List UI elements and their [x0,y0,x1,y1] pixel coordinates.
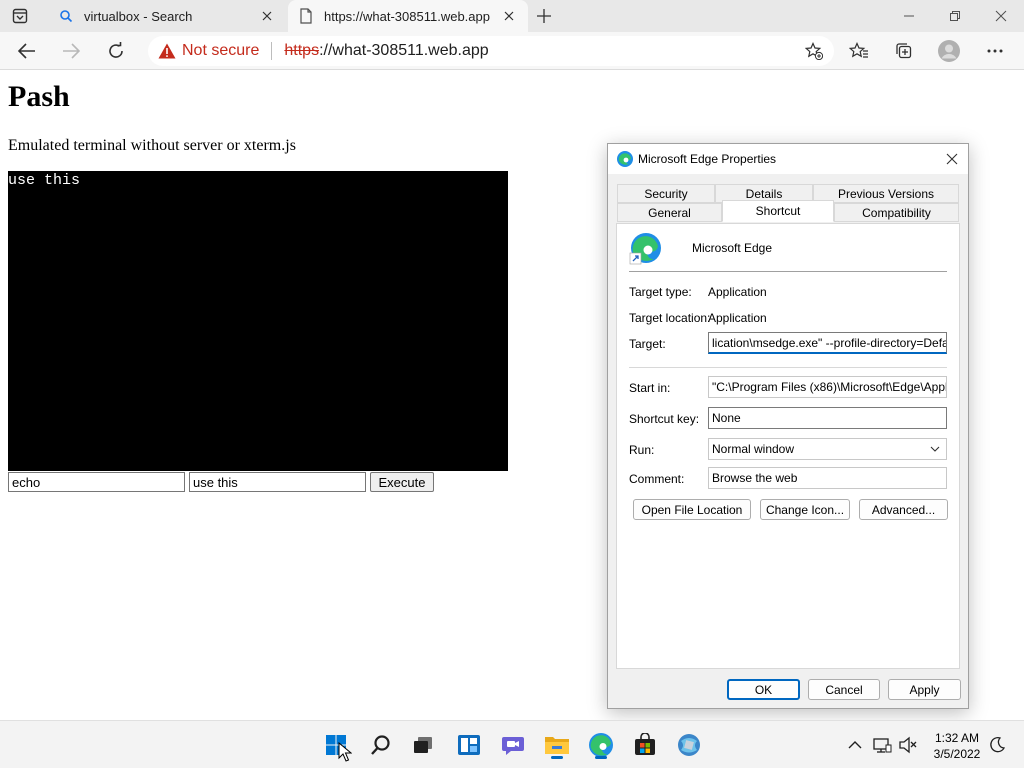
comment-field[interactable]: Browse the web [708,467,947,489]
collections-icon[interactable] [891,38,917,64]
terminal-output: use this [8,171,508,471]
tab-previous-versions[interactable]: Previous Versions [813,184,959,203]
back-icon[interactable] [14,38,40,64]
search-icon[interactable] [365,729,397,761]
comment-label: Comment: [629,472,685,486]
profile-avatar-icon[interactable] [936,38,962,64]
separator [629,271,947,272]
target-field[interactable]: lication\msedge.exe" --profile-directory… [708,332,947,354]
app-name: Microsoft Edge [692,241,773,255]
shortcut-panel: Microsoft Edge Target type: Application … [616,223,960,669]
chat-icon[interactable] [497,729,529,761]
change-icon-button[interactable]: Change Icon... [760,499,850,520]
page-title: Pash [8,80,70,113]
forward-icon[interactable] [58,38,84,64]
tab-virtualbox-search[interactable]: virtualbox - Search [46,0,286,32]
tab-label: virtualbox - Search [84,8,193,24]
execute-button[interactable]: Execute [370,472,434,492]
apply-button[interactable]: Apply [888,679,961,700]
separator [629,367,947,368]
url-text: ://what-308511.web.app [319,42,489,59]
page-description: Emulated terminal without server or xter… [8,137,296,154]
dialog-title: Microsoft Edge Properties [638,152,777,166]
search-icon [58,8,74,24]
start-in-field[interactable]: "C:\Program Files (x86)\Microsoft\Edge\A… [708,376,947,398]
url-scheme: https [284,42,320,59]
widgets-icon[interactable] [453,729,485,761]
warning-icon[interactable] [158,42,176,60]
shortcut-key-label: Shortcut key: [629,412,700,426]
running-indicator [551,756,563,759]
task-view-icon[interactable] [407,729,439,761]
dialog-titlebar[interactable]: Microsoft Edge Properties [608,144,968,174]
tab-general[interactable]: General [617,203,722,222]
tab-actions-icon[interactable] [10,7,30,25]
refresh-icon[interactable] [103,38,129,64]
edge-icon [616,150,634,168]
edge-properties-dialog: Microsoft Edge Properties Security Detai… [607,143,969,709]
running-indicator [595,756,607,759]
advanced-button[interactable]: Advanced... [859,499,948,520]
tab-security[interactable]: Security [617,184,715,203]
mouse-cursor-icon [338,741,353,762]
target-location-label: Target location: [629,311,711,325]
run-label: Run: [629,443,655,457]
clock-time: 1:32 AM [934,731,980,745]
shortcut-key-field[interactable]: None [708,407,947,429]
open-file-location-button[interactable]: Open File Location [633,499,751,520]
favorites-icon[interactable] [846,38,872,64]
target-label: Target: [629,337,666,351]
command-input[interactable] [8,472,185,492]
chevron-down-icon [930,444,940,454]
clock-date: 3/5/2022 [933,747,981,761]
more-options-icon[interactable] [982,38,1008,64]
tab-strip: virtualbox - Search https://what-308511.… [0,0,1024,32]
tab-what-web-app[interactable]: https://what-308511.web.app [288,0,528,32]
close-window-icon[interactable] [978,0,1024,32]
chevron-up-icon[interactable] [845,735,865,755]
add-favorite-icon[interactable] [804,41,824,61]
volume-muted-icon[interactable] [898,735,918,755]
store-icon[interactable] [629,729,661,761]
page-icon [298,8,314,24]
file-explorer-icon[interactable] [541,729,573,761]
run-select[interactable]: Normal window [708,438,947,460]
address-divider [271,42,273,60]
dialog-close-icon[interactable] [942,149,962,169]
system-clock[interactable]: 1:32 AM 3/5/2022 [926,730,988,762]
close-tab-icon[interactable] [498,5,520,27]
network-icon[interactable] [872,735,892,755]
new-tab-icon[interactable] [534,6,554,26]
tab-label: https://what-308511.web.app [324,8,490,24]
taskbar: 1:32 AM 3/5/2022 [0,720,1024,768]
virtualbox-icon[interactable] [673,729,705,761]
navigation-bar: Not secure https ://what-308511.web.app [0,32,1024,70]
focus-assist-moon-icon[interactable] [987,735,1007,755]
tab-compatibility[interactable]: Compatibility [834,203,959,222]
ok-button[interactable]: OK [727,679,800,700]
run-select-value: Normal window [712,442,795,456]
tab-shortcut[interactable]: Shortcut [722,200,834,222]
edge-icon[interactable] [585,729,617,761]
target-type-value: Application [708,285,767,299]
start-in-label: Start in: [629,381,671,395]
target-location-value: Application [708,311,767,325]
cancel-button[interactable]: Cancel [808,679,880,700]
target-type-label: Target type: [629,285,692,299]
address-bar[interactable]: Not secure https ://what-308511.web.app [148,36,834,66]
close-tab-icon[interactable] [256,5,278,27]
minimize-icon[interactable] [886,0,932,32]
not-secure-label[interactable]: Not secure [182,42,259,60]
arguments-input[interactable] [189,472,366,492]
restore-icon[interactable] [932,0,978,32]
edge-app-icon [629,232,663,266]
